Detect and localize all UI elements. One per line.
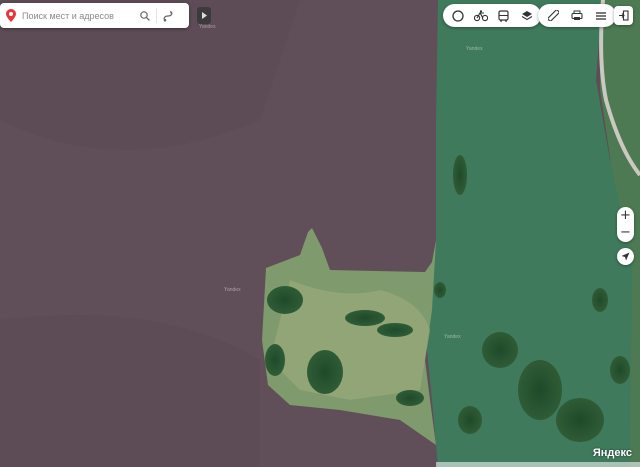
geolocation-button[interactable] — [617, 248, 634, 265]
watermark-label: Yandex — [466, 46, 483, 52]
watermark-label: Yandex — [224, 287, 241, 293]
zoom-out-button[interactable]: − — [617, 224, 634, 241]
map-pin-icon — [0, 9, 22, 22]
play-arrow-icon — [201, 12, 207, 19]
bicycle-icon[interactable] — [469, 4, 492, 27]
search-icon[interactable] — [134, 3, 156, 28]
login-icon — [619, 10, 629, 21]
search-input[interactable] — [22, 5, 134, 26]
login-button[interactable] — [614, 6, 633, 25]
collapse-panel-button[interactable] — [197, 7, 211, 24]
navigation-arrow-icon — [621, 252, 630, 261]
zoom-in-button[interactable]: + — [617, 207, 634, 224]
traffic-icon[interactable] — [446, 4, 469, 27]
watermark-label: Yandex — [444, 334, 461, 340]
ruler-icon[interactable] — [541, 4, 565, 27]
search-box — [0, 3, 189, 28]
layers-icon[interactable] — [515, 4, 538, 27]
zoom-control: + − — [617, 207, 634, 242]
print-icon[interactable] — [565, 4, 589, 27]
route-icon[interactable] — [157, 3, 179, 28]
watermark-label: Yandex — [199, 24, 216, 30]
menu-icon[interactable] — [589, 4, 613, 27]
tools-toolbar — [538, 4, 616, 27]
map-view[interactable]: Yandex Yandex Yandex Yandex — [0, 0, 640, 467]
copyright-bar — [436, 462, 640, 467]
satellite-imagery — [0, 0, 640, 467]
yandex-logo[interactable]: Яндекс — [593, 447, 632, 459]
layers-toolbar — [443, 4, 541, 27]
bus-icon[interactable] — [492, 4, 515, 27]
